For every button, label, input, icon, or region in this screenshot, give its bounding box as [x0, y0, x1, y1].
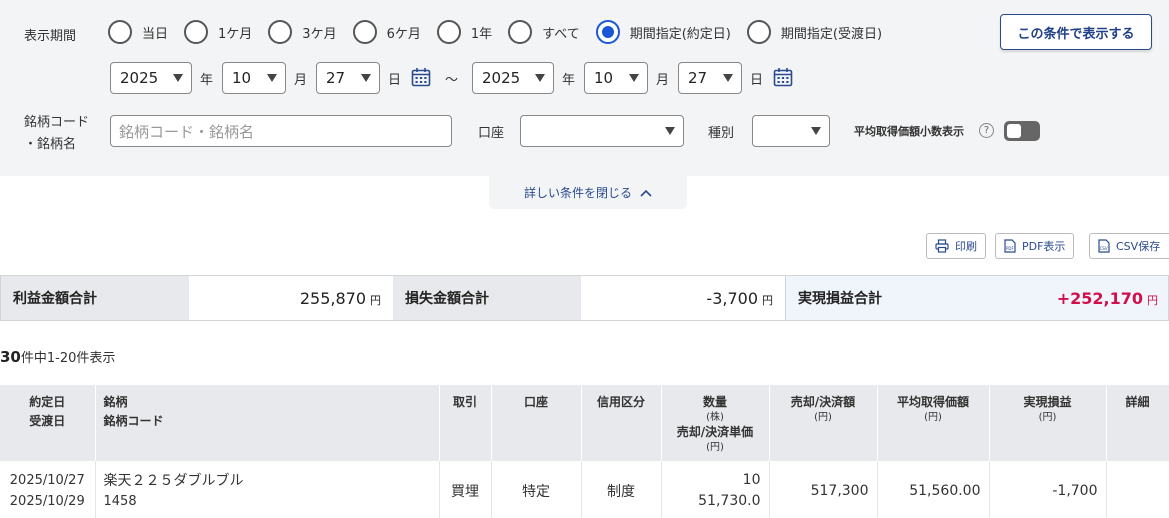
unit-year: 年 [200, 73, 214, 88]
account-select[interactable] [520, 115, 684, 147]
cell-pl: -1,700 [989, 461, 1107, 518]
unit-year: 年 [562, 73, 576, 88]
type-select[interactable] [752, 115, 830, 147]
to-year-select[interactable]: 2025 [472, 62, 554, 94]
period-radio-group: 当日 1ケ月 3ケ月 6ケ月 1年 すべて 期間指定(約定日) 期間指定(受渡日… [108, 20, 898, 44]
profit-total-value: 255,870 円 [189, 276, 393, 320]
svg-text:CSV: CSV [1100, 246, 1108, 251]
realized-total-label: 実現損益合計 [798, 291, 882, 307]
col-avg[interactable]: 平均取得価額 (円) [877, 385, 990, 461]
chevron-down-icon [173, 74, 183, 82]
cell-detail[interactable] [1106, 461, 1169, 518]
csv-button[interactable]: CSV CSV保存 [1089, 233, 1169, 259]
to-month-select[interactable]: 10 [584, 62, 648, 94]
period-option-all[interactable]: すべて [508, 20, 580, 44]
type-label: 種別 [708, 126, 735, 141]
code-label: 銘柄コード [24, 115, 90, 130]
cell-trade: 買埋 [439, 461, 492, 518]
period-label: 表示期間 [24, 29, 77, 44]
loss-total-label: 損失金額合計 [393, 276, 581, 320]
col-pl[interactable]: 実現損益 (円) [989, 385, 1107, 461]
realized-total-value: +252,170 円 [1056, 288, 1158, 308]
col-dates[interactable]: 約定日 受渡日 [0, 385, 96, 461]
table-row[interactable]: 2025/10/27 2025/10/29 楽天２２５ダブルブル 1458 買埋 特… [0, 461, 1169, 518]
col-name[interactable]: 銘柄 銘柄コード [95, 385, 440, 461]
from-year-select[interactable]: 2025 [110, 62, 192, 94]
cell-amount: 517,300 [769, 461, 878, 518]
chevron-down-icon [535, 74, 545, 82]
results-table: 約定日 受渡日 銘柄 銘柄コード 取引 口座 信用区分 数量 (株) 売却/決済単価 (円… [0, 385, 1169, 518]
unit-month: 月 [294, 73, 308, 88]
col-account[interactable]: 口座 [491, 385, 582, 461]
cell-avg: 51,560.00 [877, 461, 990, 518]
col-credit[interactable]: 信用区分 [581, 385, 662, 461]
avg-decimal-label: 平均取得価額小数表示 [854, 125, 964, 138]
table-header-row: 約定日 受渡日 銘柄 銘柄コード 取引 口座 信用区分 数量 (株) 売却/決済単価 (円… [0, 385, 1169, 461]
csv-icon: CSV [1098, 239, 1110, 253]
svg-text:PDF: PDF [1006, 246, 1014, 251]
loss-total-value: -3,700 円 [581, 276, 785, 320]
realized-total: 実現損益合計 +252,170 円 [785, 276, 1168, 320]
chevron-down-icon [811, 127, 821, 135]
summary-bar: 利益金額合計 255,870 円 損失金額合計 -3,700 円 実現損益合計 +2… [0, 275, 1169, 321]
avg-decimal-toggle[interactable] [1004, 121, 1040, 141]
col-trade[interactable]: 取引 [439, 385, 492, 461]
col-detail[interactable]: 詳細 [1106, 385, 1169, 461]
cell-name: 楽天２２５ダブルブル 1458 [95, 461, 440, 518]
col-qty[interactable]: 数量 (株) 売却/決済単価 (円) [661, 385, 770, 461]
unit-day: 日 [750, 73, 764, 88]
from-day-select[interactable]: 27 [316, 62, 380, 94]
calendar-icon[interactable] [773, 67, 793, 87]
chevron-down-icon [267, 74, 277, 82]
cell-dates: 2025/10/27 2025/10/29 [0, 461, 96, 518]
to-day-select[interactable]: 27 [678, 62, 742, 94]
print-button[interactable]: 印刷 [926, 233, 986, 259]
chevron-down-icon [361, 74, 371, 82]
name-label: ・銘柄名 [24, 137, 77, 152]
chevron-down-icon [665, 127, 675, 135]
period-option-3months[interactable]: 3ケ月 [268, 20, 337, 44]
printer-icon [935, 239, 949, 253]
cell-qty: 10 51,730.0 [661, 461, 770, 518]
cell-credit: 制度 [581, 461, 662, 518]
period-option-settle-date[interactable]: 期間指定(受渡日) [746, 20, 882, 44]
period-option-1year[interactable]: 1年 [436, 20, 492, 44]
chevron-down-icon [629, 74, 639, 82]
collapse-conditions-button[interactable]: 詳しい条件を閉じる [489, 176, 687, 209]
range-separator: 〜 [445, 73, 459, 88]
code-search-input[interactable]: 銘柄コード・銘柄名 [110, 115, 452, 147]
help-icon[interactable]: ? [979, 123, 994, 138]
result-count: 30件中1-20件表示 [0, 348, 116, 366]
period-option-1month[interactable]: 1ケ月 [184, 20, 252, 44]
profit-total-label: 利益金額合計 [1, 276, 189, 320]
chevron-up-icon [640, 189, 652, 197]
period-option-today[interactable]: 当日 [108, 20, 168, 44]
period-option-6months[interactable]: 6ケ月 [352, 20, 421, 44]
from-month-select[interactable]: 10 [222, 62, 286, 94]
cell-account: 特定 [491, 461, 582, 518]
account-label: 口座 [478, 126, 505, 141]
filter-panel: 表示期間 当日 1ケ月 3ケ月 6ケ月 1年 すべて 期間指定(約定日) 期間指… [0, 0, 1169, 176]
unit-month: 月 [656, 73, 670, 88]
show-with-conditions-button[interactable]: この条件で表示する [1000, 14, 1152, 50]
pdf-icon: PDF [1004, 239, 1016, 253]
period-option-trade-date[interactable]: 期間指定(約定日) [595, 20, 731, 44]
col-amount[interactable]: 売却/決済額 (円) [769, 385, 878, 461]
unit-day: 日 [388, 73, 402, 88]
pdf-button[interactable]: PDF PDF表示 [995, 233, 1075, 259]
chevron-down-icon [723, 74, 733, 82]
calendar-icon[interactable] [411, 67, 431, 87]
